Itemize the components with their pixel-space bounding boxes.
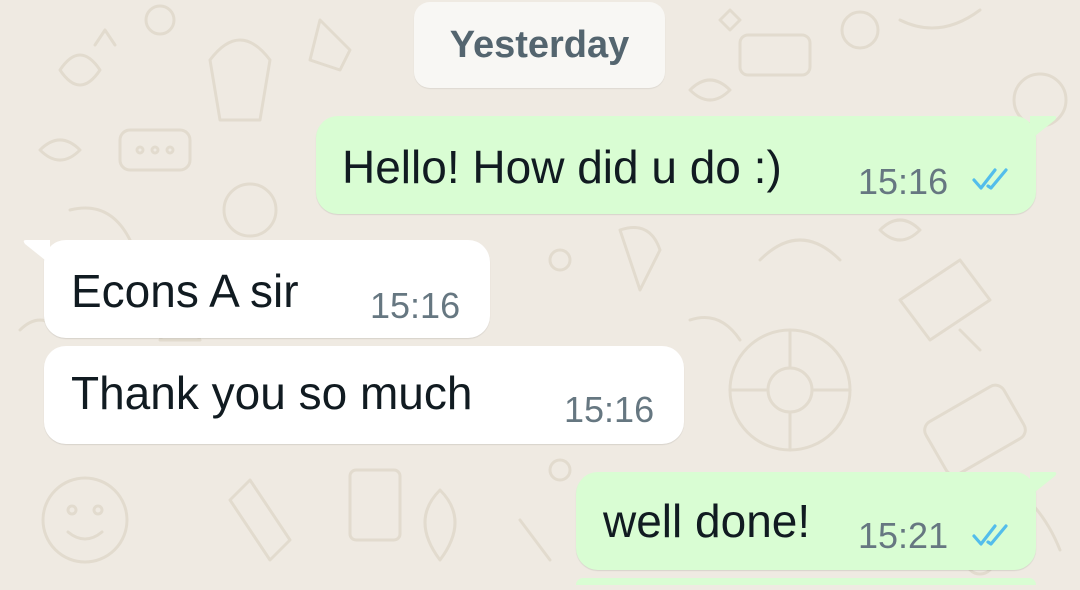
message-bubble-incoming[interactable]: Thank you so much 15:16 bbox=[44, 346, 684, 444]
message-bubble-outgoing[interactable]: Hello! How did u do :) 15:16 bbox=[316, 116, 1036, 214]
bubble-tail-incoming bbox=[23, 240, 50, 264]
message-timestamp: 15:16 bbox=[858, 161, 949, 202]
message-timestamp: 15:16 bbox=[370, 285, 461, 326]
message-text: Thank you so much bbox=[71, 367, 473, 419]
message-text: well done! bbox=[603, 495, 811, 547]
bubble-tail-outgoing bbox=[1030, 472, 1057, 496]
date-separator-label: Yesterday bbox=[449, 23, 630, 66]
double-check-read-icon bbox=[972, 524, 1008, 546]
message-bubble-outgoing-partial[interactable] bbox=[576, 578, 1036, 585]
double-check-read-icon bbox=[972, 168, 1008, 190]
bubble-tail-outgoing bbox=[1030, 116, 1057, 140]
message-text: Econs A sir bbox=[71, 265, 299, 317]
message-bubble-outgoing[interactable]: well done! 15:21 bbox=[576, 472, 1036, 570]
message-bubble-incoming[interactable]: Econs A sir 15:16 bbox=[44, 240, 490, 338]
message-timestamp: 15:16 bbox=[564, 389, 655, 430]
date-separator: Yesterday bbox=[414, 2, 665, 88]
message-text: Hello! How did u do :) bbox=[342, 141, 782, 193]
message-timestamp: 15:21 bbox=[858, 515, 949, 556]
